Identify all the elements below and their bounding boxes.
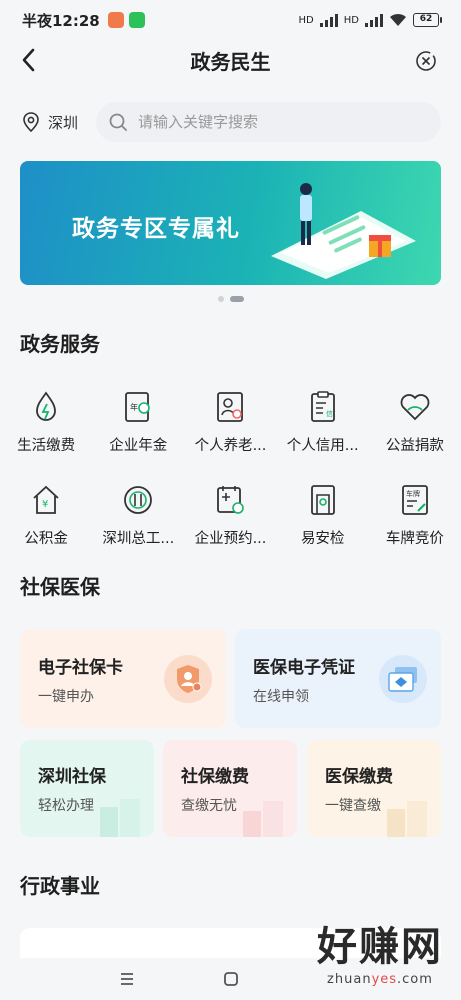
service-item-housing-fund[interactable]: ¥ 公积金 bbox=[0, 481, 92, 548]
service-label: 公益捐款 bbox=[385, 438, 444, 454]
location-label[interactable]: 深圳 bbox=[48, 112, 78, 133]
gov-services-title: 政务服务 bbox=[20, 332, 100, 356]
gov-services-grid: 生活缴费 年 企业年金 个人养老... 信 个人信用... 公益捐款 ¥ 公积金 bbox=[0, 388, 461, 548]
service-item-annuity[interactable]: 年 企业年金 bbox=[92, 388, 184, 455]
pagination-dot-active[interactable] bbox=[229, 296, 244, 302]
service-item-utility[interactable]: 生活缴费 bbox=[0, 388, 92, 455]
network-label-2: HD bbox=[343, 14, 359, 26]
watermark-url-part: zhuan bbox=[327, 972, 372, 987]
service-label: 个人信用... bbox=[286, 438, 359, 454]
watermark-logo: 好赚网 zhuanyes.com bbox=[317, 914, 443, 987]
location-pin-icon[interactable] bbox=[20, 111, 42, 133]
service-item-charity[interactable]: 公益捐款 bbox=[369, 388, 461, 455]
charity-heart-icon bbox=[396, 388, 434, 426]
card-title: 社保缴费 bbox=[181, 767, 249, 787]
status-time: 半夜12:28 bbox=[22, 11, 100, 30]
service-label: 车牌竞价 bbox=[385, 531, 444, 547]
search-input[interactable] bbox=[138, 113, 399, 131]
water-drop-icon bbox=[27, 388, 65, 426]
security-gate-icon bbox=[304, 481, 342, 519]
status-bar: 半夜12:28 HD HD 62 bbox=[0, 0, 461, 40]
banner-text: 政务专区专属礼 bbox=[72, 216, 240, 242]
service-item-union[interactable]: 深圳总工... bbox=[92, 481, 184, 548]
card-title: 深圳社保 bbox=[38, 767, 106, 787]
annuity-card-icon: 年 bbox=[119, 388, 157, 426]
service-label: 公积金 bbox=[24, 531, 68, 547]
card-title: 医保缴费 bbox=[325, 767, 393, 787]
signal-icon-2 bbox=[365, 13, 383, 27]
service-item-security-check[interactable]: 易安检 bbox=[277, 481, 369, 548]
svg-text:车牌: 车牌 bbox=[406, 489, 420, 498]
service-label: 个人养老... bbox=[194, 438, 267, 454]
service-label: 生活缴费 bbox=[17, 438, 76, 454]
banner-pagination bbox=[0, 296, 461, 302]
watermark-url: zhuanyes.com bbox=[317, 972, 443, 987]
medical-card-icon bbox=[379, 655, 427, 703]
svg-text:信: 信 bbox=[326, 409, 333, 418]
shenzhen-social-security-tile[interactable]: 深圳社保 轻松办理 bbox=[20, 740, 154, 837]
union-badge-icon bbox=[119, 481, 157, 519]
svg-text:年: 年 bbox=[130, 402, 138, 412]
building-decoration-icon bbox=[387, 801, 427, 837]
network-label: HD bbox=[298, 14, 314, 26]
home-icon[interactable] bbox=[216, 964, 246, 994]
svg-text:¥: ¥ bbox=[42, 499, 48, 510]
social-security-payment-tile[interactable]: 社保缴费 查缴无忧 bbox=[163, 740, 297, 837]
e-social-card-tile[interactable]: 电子社保卡 一键申办 bbox=[20, 629, 226, 728]
wechat-notification-icon bbox=[128, 12, 145, 28]
signal-icon bbox=[319, 13, 338, 27]
service-label: 企业预约... bbox=[194, 531, 267, 547]
service-label: 企业年金 bbox=[109, 438, 168, 454]
watermark-url-highlight: yes bbox=[371, 972, 398, 987]
service-label: 易安检 bbox=[300, 531, 345, 547]
pension-profile-icon bbox=[211, 388, 249, 426]
app-notification-icon bbox=[107, 12, 124, 28]
enterprise-appointment-icon bbox=[211, 481, 249, 519]
pagination-dot[interactable] bbox=[217, 296, 224, 302]
social-security-shield-icon bbox=[164, 655, 212, 703]
status-indicators: HD HD 62 bbox=[298, 13, 442, 27]
license-plate-icon: 车牌 bbox=[396, 481, 434, 519]
service-item-plate-auction[interactable]: 车牌 车牌竞价 bbox=[369, 481, 461, 548]
medical-insurance-payment-tile[interactable]: 医保缴费 一键查缴 bbox=[307, 740, 441, 837]
close-mini-program-icon[interactable] bbox=[415, 50, 437, 72]
search-box[interactable] bbox=[96, 102, 441, 142]
watermark-text: 好赚网 bbox=[317, 924, 443, 970]
nav-bar: 政务民生 bbox=[0, 40, 461, 80]
credit-document-icon: 信 bbox=[304, 388, 342, 426]
battery-icon: 62 bbox=[413, 13, 442, 27]
watermark-url-suffix: .com bbox=[397, 972, 433, 987]
housing-fund-icon: ¥ bbox=[27, 481, 65, 519]
service-item-pension[interactable]: 个人养老... bbox=[184, 388, 276, 455]
wifi-icon bbox=[390, 13, 406, 26]
banner-illustration bbox=[271, 183, 416, 279]
social-section-title: 社保医保 bbox=[20, 575, 100, 599]
service-item-enterprise-appointment[interactable]: 企业预约... bbox=[184, 481, 276, 548]
promo-banner[interactable]: 政务专区专属礼 bbox=[20, 161, 441, 285]
service-label: 深圳总工... bbox=[102, 531, 175, 547]
building-decoration-icon bbox=[243, 801, 283, 837]
search-row: 深圳 bbox=[20, 102, 441, 142]
admin-section-title: 行政事业 bbox=[20, 874, 100, 898]
page-title: 政务民生 bbox=[190, 50, 271, 74]
medical-e-voucher-tile[interactable]: 医保电子凭证 在线申领 bbox=[235, 629, 441, 728]
service-item-credit[interactable]: 信 个人信用... bbox=[277, 388, 369, 455]
search-icon bbox=[109, 113, 127, 131]
menu-icon[interactable] bbox=[112, 964, 142, 994]
building-decoration-icon bbox=[100, 799, 140, 837]
